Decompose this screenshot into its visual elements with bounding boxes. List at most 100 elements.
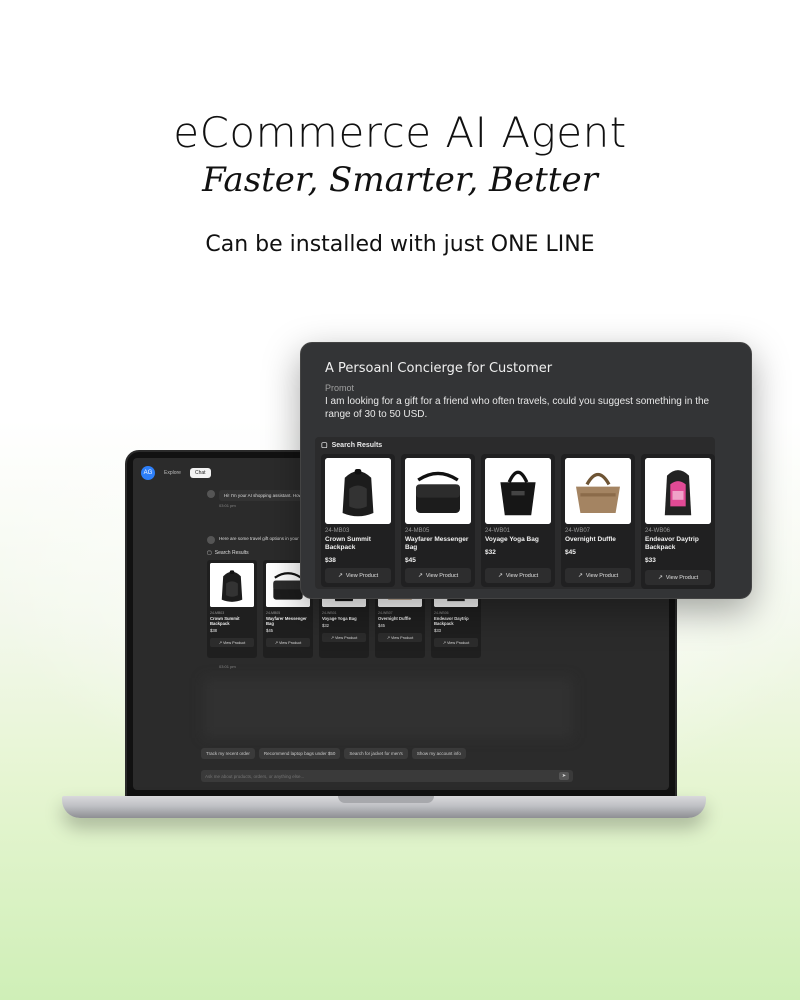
view-product-label: View Product: [585, 572, 619, 579]
product-card: 24-WB01 Voyage Yoga Bag $32 ↗ View Product: [481, 454, 555, 587]
view-product-label: View Product: [222, 641, 246, 646]
product-price: $45: [405, 557, 416, 564]
product-sku: 24-WB01: [485, 528, 511, 534]
product-name: Endeavor Daytrip Backpack: [434, 616, 469, 627]
chat-input[interactable]: [205, 773, 545, 779]
view-product-button[interactable]: ↗ View Product: [322, 633, 366, 643]
mini-results-title: Search Results: [214, 550, 249, 556]
external-link-icon: ↗: [337, 573, 343, 579]
messenger-bag-image: [405, 458, 471, 524]
product-price: $38: [325, 557, 336, 564]
product-name: Endeavor Daytrip Backpack: [645, 536, 699, 551]
hero-subtitle: Faster, Smarter, Better: [202, 160, 598, 200]
chip-jacket[interactable]: Search for jacket for men's: [344, 748, 408, 759]
bot-avatar-icon: [207, 536, 215, 544]
view-product-label: View Product: [390, 636, 414, 641]
external-link-icon: ↗: [497, 573, 503, 579]
product-card: 24-WB06 Endeavor Daytrip Backpack $33 ↗ View…: [641, 454, 715, 589]
search-results: ▢ Search Results 24-MB03 Crown Summit Bac…: [315, 437, 715, 589]
view-product-button[interactable]: ↗ View Product: [325, 568, 391, 583]
chip-laptop-bags[interactable]: Recommend laptop bags under $50: [258, 748, 341, 759]
product-card: 24-WB07 Overnight Duffle $45 ↗ View Product: [561, 454, 635, 587]
view-product-button[interactable]: ↗ View Product: [266, 638, 310, 648]
external-link-icon: ↗: [577, 573, 583, 579]
product-sku: 24-WB01: [322, 611, 337, 615]
blurred-content: [203, 678, 573, 738]
assistant-reply: Here are some travel gift options in you…: [207, 536, 310, 544]
panel-title: A Persoanl Concierge for Customer: [325, 361, 553, 376]
view-product-button[interactable]: ↗ View Product: [565, 568, 631, 583]
app-logo: AG: [141, 466, 155, 480]
send-icon[interactable]: ➤: [559, 772, 569, 780]
view-product-label: View Product: [446, 641, 470, 646]
view-product-button[interactable]: ↗ View Product: [645, 570, 711, 585]
backpack-image: [210, 563, 254, 607]
app-header: AG Explore Chat: [141, 466, 211, 480]
view-product-label: View Product: [334, 636, 358, 641]
message-text: Here are some travel gift options in you…: [219, 536, 310, 541]
search-results-header: ▢ Search Results: [321, 441, 383, 450]
product-price: $45: [565, 549, 576, 556]
chat-input-bar: ➤: [201, 770, 573, 782]
product-name: Overnight Duffle: [378, 616, 411, 621]
laptop-notch: [338, 796, 434, 803]
product-sku: 24-WB06: [645, 528, 671, 534]
product-price: $32: [485, 549, 496, 556]
view-product-label: View Product: [505, 572, 539, 579]
product-price: $33: [645, 557, 656, 564]
external-link-icon: ↗: [417, 573, 423, 579]
yoga-bag-image: [485, 458, 551, 524]
chip-account-info[interactable]: Show my account info: [411, 748, 466, 759]
view-product-button[interactable]: ↗ View Product: [405, 568, 471, 583]
product-sku: 24-WB07: [565, 528, 591, 534]
view-product-button[interactable]: ↗ View Product: [378, 633, 422, 643]
suggestion-chips: Track my recent order Recommend laptop b…: [201, 748, 466, 759]
prompt-label: Promot: [325, 383, 355, 393]
product-name: Wayfarer Messenger Bag: [405, 536, 469, 551]
product-price: $45: [378, 623, 385, 629]
product-cards: 24-MB03 Crown Summit Backpack $38 ↗ View Pro…: [321, 454, 715, 589]
product-sku: 24-WB07: [378, 611, 393, 615]
tab-explore[interactable]: Explore: [159, 468, 186, 478]
prompt-text: I am looking for a gift for a friend who…: [325, 396, 710, 420]
list-icon: ▢: [207, 550, 212, 556]
product-name: Overnight Duffle: [565, 536, 616, 543]
backpack-image: [325, 458, 391, 524]
duffle-image: [565, 458, 631, 524]
hero-tagline: Can be installed with just ONE LINE: [205, 232, 595, 257]
product-sku: 24-MB03: [210, 611, 225, 615]
hero-title: eCommerce AI Agent: [173, 108, 627, 157]
view-product-label: View Product: [278, 641, 302, 646]
view-product-button[interactable]: ↗ View Product: [485, 568, 551, 583]
product-sku: 24-MB03: [325, 528, 350, 534]
chip-track-order[interactable]: Track my recent order: [201, 748, 255, 759]
product-name: Crown Summit Backpack: [325, 536, 371, 551]
product-sku: 24-WB06: [434, 611, 449, 615]
list-icon: ▢: [321, 442, 328, 449]
mini-product-card: 24-MB03 Crown Summit Backpack $38 ↗ View Pr…: [207, 560, 257, 658]
product-price: $32: [322, 623, 329, 629]
view-product-label: View Product: [425, 572, 459, 579]
daytrip-backpack-image: [645, 458, 711, 524]
product-price: $33: [434, 628, 441, 634]
product-card: 24-MB03 Crown Summit Backpack $38 ↗ View Pro…: [321, 454, 395, 587]
product-card: 24-MB05 Wayfarer Messenger Bag $45 ↗ View Pr…: [401, 454, 475, 587]
product-name: Crown Summit Backpack: [210, 616, 240, 627]
product-price: $45: [266, 628, 273, 634]
tab-chat[interactable]: Chat: [189, 468, 211, 478]
message-time: 03:01 pm: [219, 664, 236, 669]
view-product-button[interactable]: ↗ View Product: [210, 638, 254, 648]
concierge-panel: A Persoanl Concierge for Customer Promot…: [300, 342, 752, 599]
view-product-label: View Product: [665, 574, 699, 581]
product-sku: 24-MB05: [405, 528, 430, 534]
view-product-label: View Product: [345, 572, 379, 579]
product-name: Wayfarer Messenger Bag: [266, 616, 307, 627]
external-link-icon: ↗: [657, 575, 663, 581]
view-product-button[interactable]: ↗ View Product: [434, 638, 478, 648]
product-price: $38: [210, 628, 217, 634]
product-name: Voyage Yoga Bag: [322, 616, 357, 621]
product-sku: 24-MB05: [266, 611, 281, 615]
product-name: Voyage Yoga Bag: [485, 536, 539, 543]
search-results-title: Search Results: [331, 441, 383, 449]
bot-avatar-icon: [207, 490, 215, 498]
